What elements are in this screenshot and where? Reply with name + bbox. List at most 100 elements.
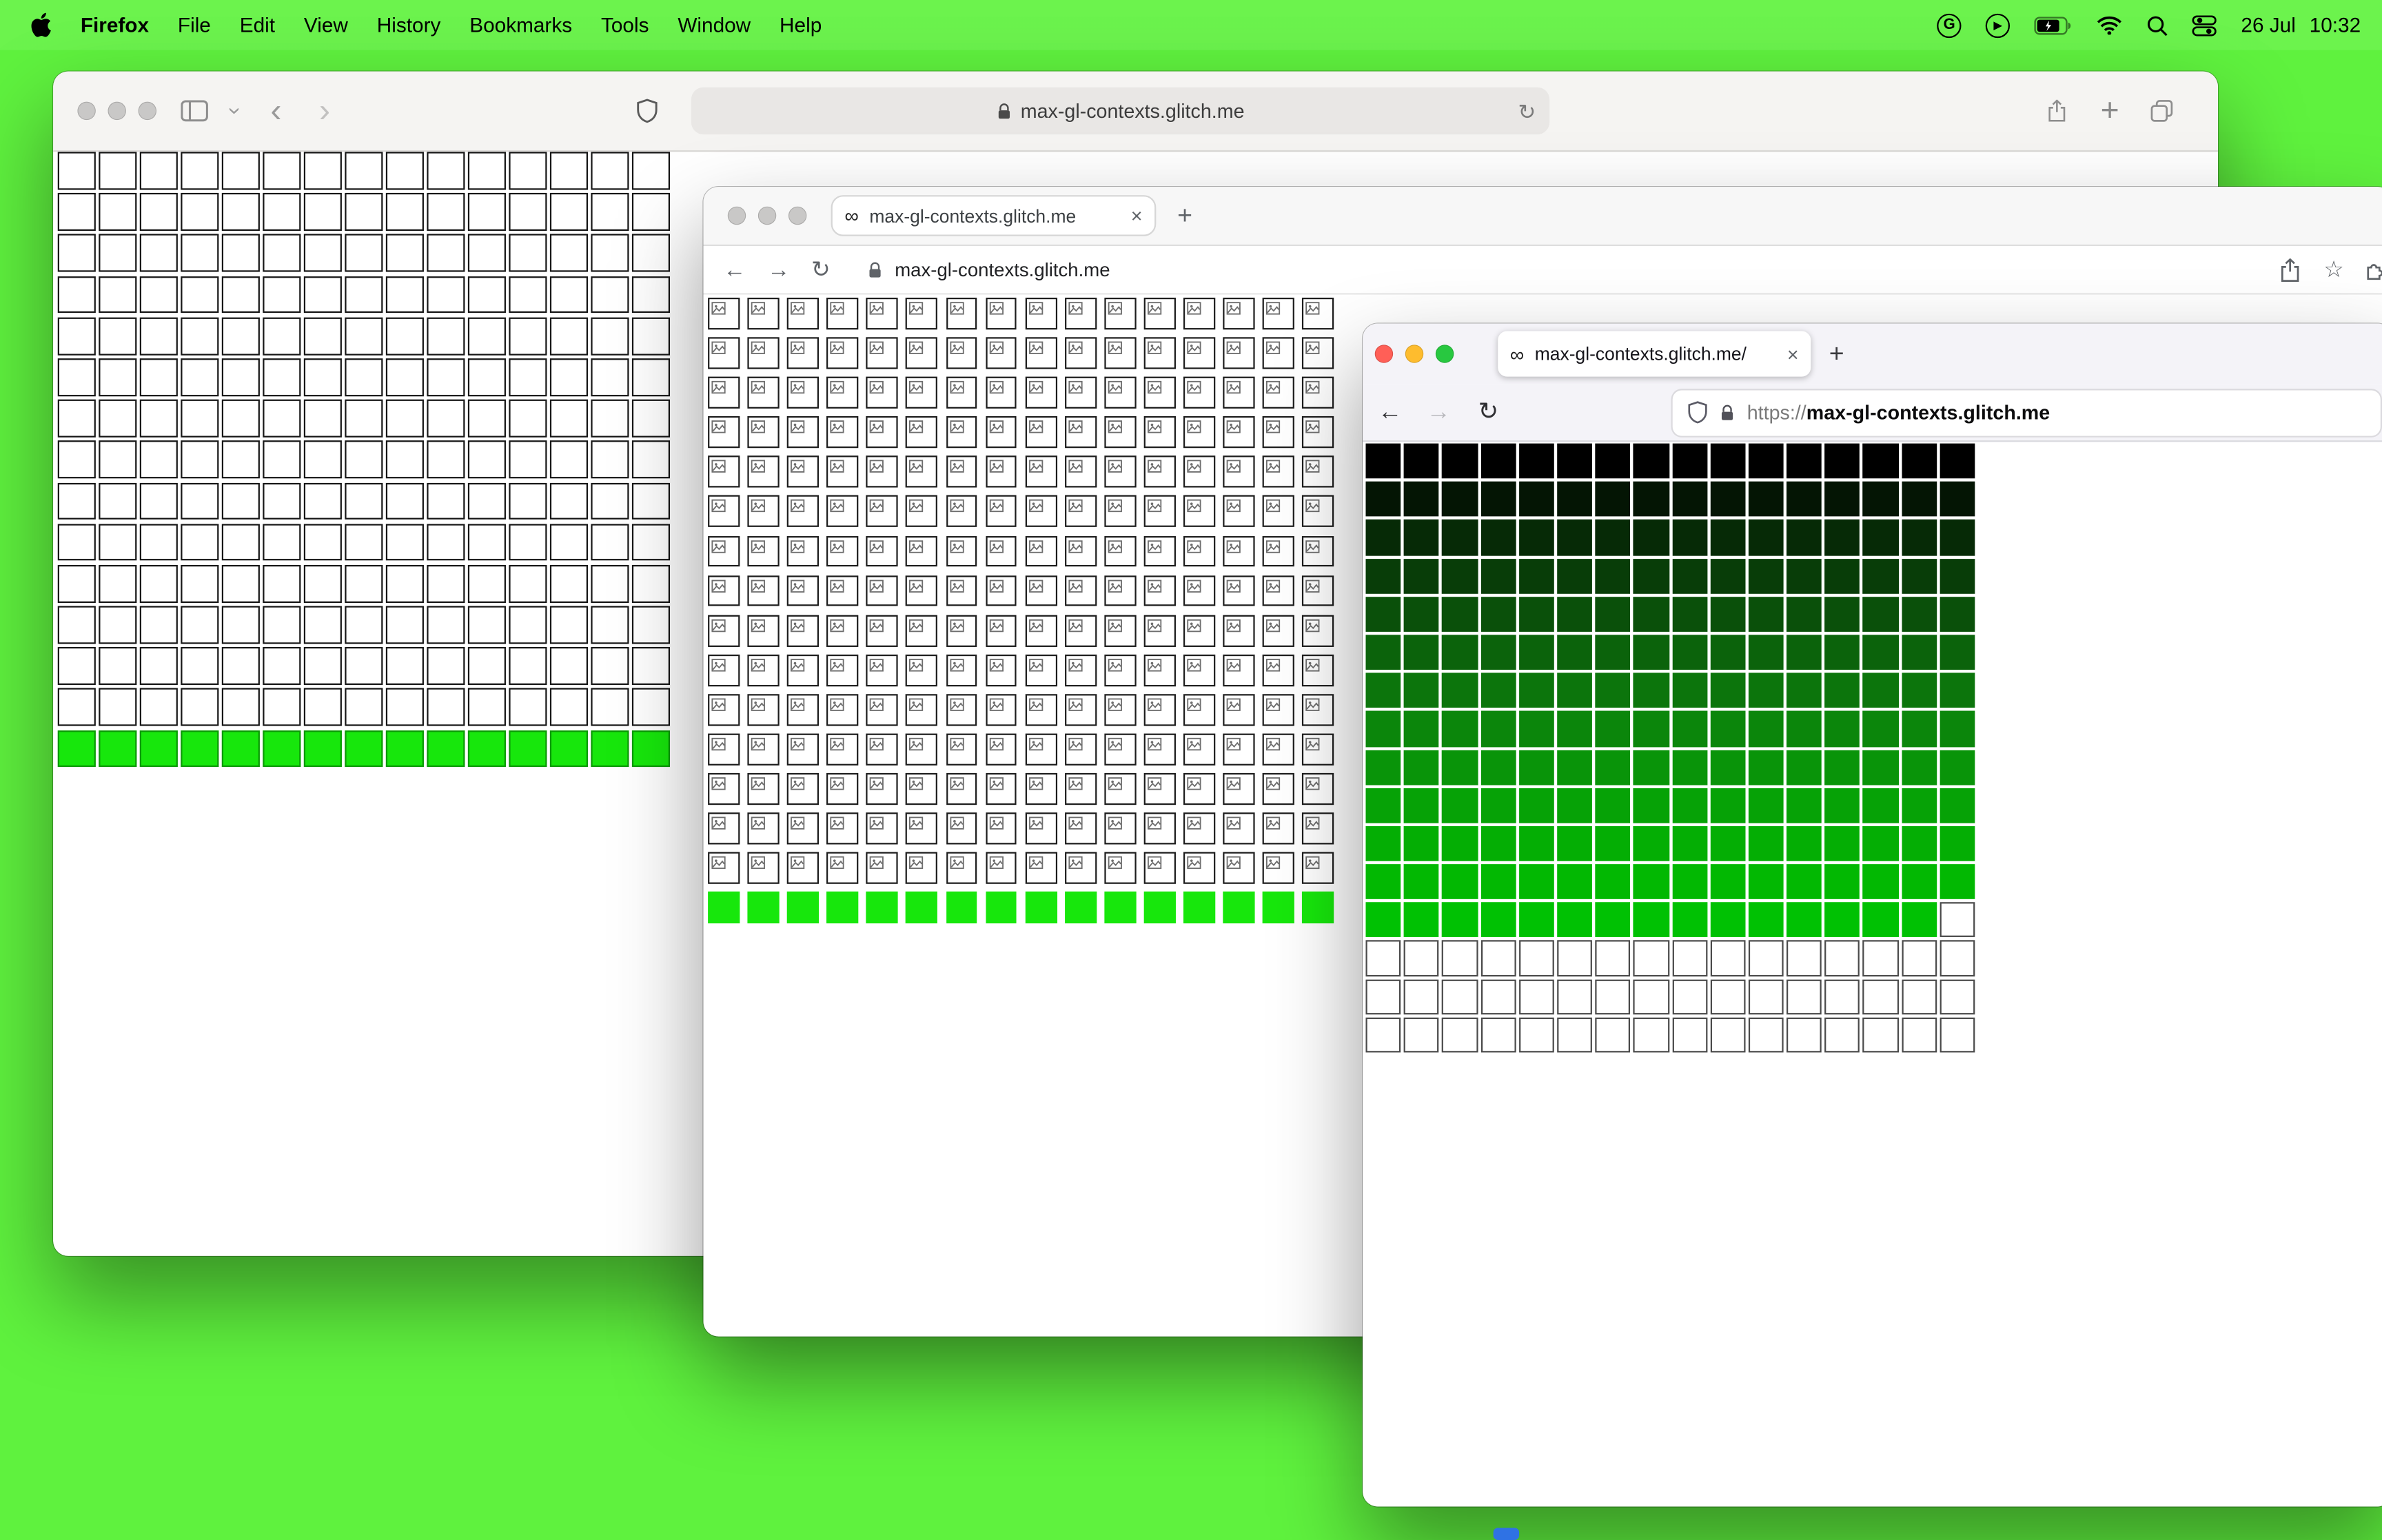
apple-menu-icon[interactable]: [30, 12, 52, 38]
back-icon[interactable]: ‹: [270, 94, 281, 127]
share-icon[interactable]: [2279, 258, 2301, 282]
bookmark-star-icon[interactable]: ☆: [2323, 258, 2344, 281]
gl-canvas-cell: [631, 688, 670, 727]
spotlight-icon[interactable]: [2147, 14, 2168, 36]
gl-canvas-cell: [549, 730, 588, 768]
forward-icon[interactable]: ›: [319, 94, 330, 127]
menu-item-view[interactable]: View: [304, 14, 348, 37]
gl-canvas-cell: [1863, 749, 1899, 785]
active-tab[interactable]: ∞ max-gl-contexts.glitch.me/ ×: [1498, 331, 1811, 377]
gl-canvas-cell: [1404, 941, 1440, 976]
broken-image-icon: [870, 380, 885, 395]
share-icon[interactable]: [2044, 99, 2071, 122]
gl-canvas-cell: [747, 456, 780, 488]
gl-canvas-cell: [1787, 673, 1822, 708]
close-window-button[interactable]: [1374, 345, 1394, 363]
gl-canvas-cell: [1302, 773, 1334, 805]
gl-canvas-cell: [1025, 298, 1057, 329]
gl-canvas-cell: [303, 688, 342, 727]
broken-image-icon: [909, 499, 924, 514]
gl-canvas-cell: [1064, 773, 1097, 805]
extensions-icon[interactable]: [2364, 258, 2382, 282]
chevron-down-icon[interactable]: ›: [222, 107, 247, 114]
gl-canvas-cell: [985, 298, 1017, 329]
url-text[interactable]: max-gl-contexts.glitch.me: [895, 259, 1110, 280]
forward-icon[interactable]: →: [1427, 400, 1451, 424]
menu-app-name[interactable]: Firefox: [81, 14, 149, 37]
reload-icon[interactable]: ↻: [1478, 400, 1499, 424]
broken-image-icon: [1305, 420, 1321, 435]
gl-canvas-cell: [1025, 892, 1057, 924]
broken-image-icon: [711, 300, 726, 316]
gl-canvas-cell: [1183, 377, 1216, 409]
address-bar[interactable]: https:// max-gl-contexts.glitch.me: [1672, 389, 2381, 435]
menu-item-history[interactable]: History: [377, 14, 441, 37]
g-badge-icon[interactable]: G: [1937, 12, 1962, 38]
gl-canvas-cell: [906, 575, 938, 607]
gl-canvas-cell: [549, 523, 588, 562]
gl-canvas-cell: [1518, 558, 1554, 594]
menu-date[interactable]: 26 Jul: [2241, 14, 2295, 37]
back-icon[interactable]: ←: [723, 258, 746, 281]
close-window-button[interactable]: [727, 206, 746, 225]
control-center-icon[interactable]: [2192, 14, 2217, 36]
gl-canvas-cell: [1671, 711, 1707, 747]
gl-canvas-cell: [263, 399, 301, 438]
gl-canvas-cell: [1143, 694, 1176, 726]
gl-canvas-cell: [508, 688, 547, 727]
active-tab[interactable]: ∞ max-gl-contexts.glitch.me ×: [831, 195, 1157, 236]
gl-canvas-cell: [1223, 852, 1255, 885]
menu-item-bookmarks[interactable]: Bookmarks: [469, 14, 572, 37]
tab-close-icon[interactable]: ×: [1131, 206, 1143, 226]
gl-canvas-cell: [1143, 535, 1176, 567]
reload-icon[interactable]: ↻: [1518, 100, 1536, 121]
gl-canvas-cell: [221, 440, 260, 479]
minimize-window-button[interactable]: [108, 101, 126, 121]
zoom-window-button[interactable]: [788, 206, 807, 225]
gl-canvas-cell: [826, 852, 859, 885]
tab-close-icon[interactable]: ×: [1787, 344, 1799, 364]
reload-icon[interactable]: ↻: [811, 258, 831, 281]
tracking-shield-icon[interactable]: [1688, 401, 1708, 424]
new-tab-button[interactable]: +: [1829, 341, 1844, 367]
gl-canvas-cell: [303, 358, 342, 396]
back-icon[interactable]: ←: [1378, 400, 1402, 424]
new-tab-button[interactable]: +: [1177, 203, 1192, 228]
gl-canvas-cell: [1557, 864, 1593, 900]
gl-canvas-cell: [1671, 864, 1707, 900]
broken-image-icon: [1028, 856, 1044, 871]
menu-item-file[interactable]: File: [178, 14, 211, 37]
broken-image-icon: [1266, 459, 1281, 474]
forward-icon[interactable]: →: [767, 258, 790, 281]
new-tab-button[interactable]: +: [2101, 95, 2119, 127]
menu-item-edit[interactable]: Edit: [240, 14, 275, 37]
gl-canvas-cell: [427, 482, 465, 520]
gl-canvas-cell: [303, 647, 342, 686]
menu-item-help[interactable]: Help: [780, 14, 822, 37]
gl-canvas-cell: [1183, 416, 1216, 449]
gl-canvas-cell: [787, 575, 819, 607]
battery-icon[interactable]: [2035, 16, 2073, 34]
gl-canvas-cell: [787, 337, 819, 369]
minimize-window-button[interactable]: [757, 206, 777, 225]
wifi-icon[interactable]: [2097, 15, 2122, 35]
gl-canvas-cell: [1518, 788, 1554, 823]
tab-overview-icon[interactable]: [2148, 99, 2176, 122]
zoom-window-button[interactable]: [138, 101, 157, 121]
broken-image-icon: [1028, 697, 1044, 712]
gl-canvas-cell: [1183, 298, 1216, 329]
menu-item-window[interactable]: Window: [678, 14, 751, 37]
sidebar-icon[interactable]: [181, 99, 208, 122]
close-window-button[interactable]: [77, 101, 96, 121]
minimize-window-button[interactable]: [1405, 345, 1424, 363]
address-bar[interactable]: max-gl-contexts.glitch.me ↻: [691, 87, 1550, 135]
lock-icon[interactable]: [1720, 403, 1735, 421]
dock-peek[interactable]: [1493, 1528, 1520, 1540]
privacy-shield-icon[interactable]: [637, 99, 658, 123]
menu-time[interactable]: 10:32: [2310, 14, 2361, 37]
zoom-window-button[interactable]: [1435, 345, 1454, 363]
now-playing-icon[interactable]: ▶: [1986, 12, 2011, 38]
gl-canvas-cell: [303, 564, 342, 603]
menu-item-tools[interactable]: Tools: [601, 14, 649, 37]
gl-canvas-cell: [1787, 825, 1822, 861]
